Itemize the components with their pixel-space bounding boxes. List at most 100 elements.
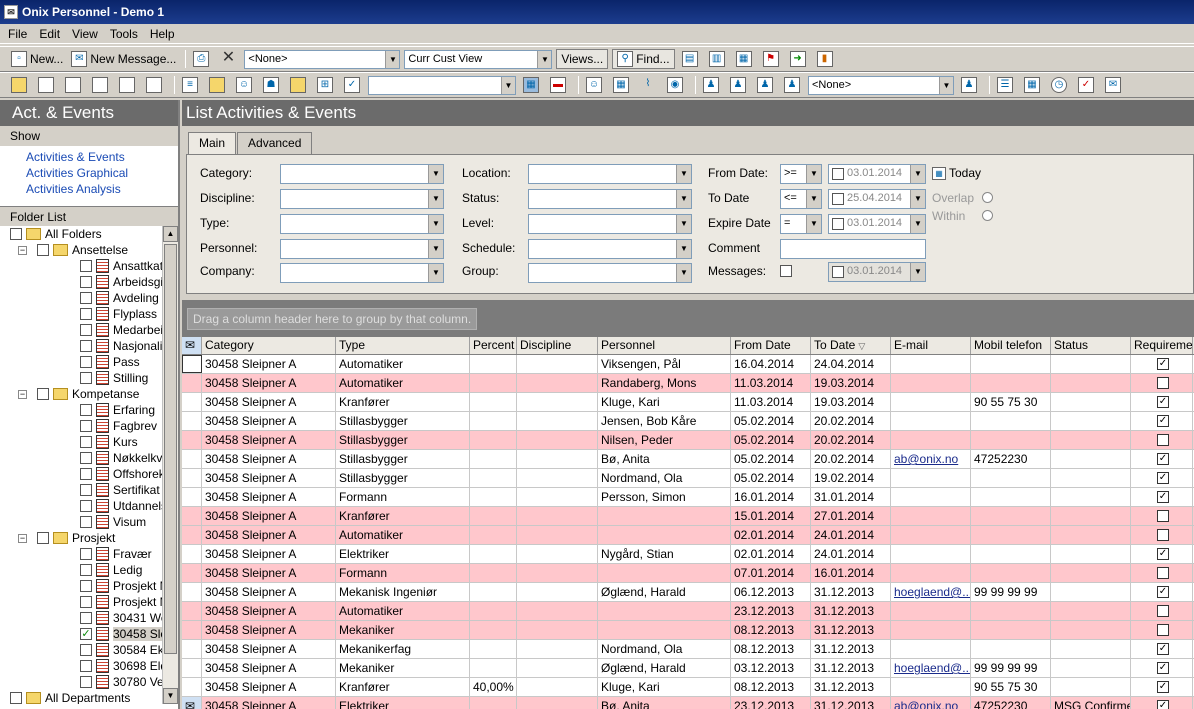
tree-checkbox[interactable] [80,436,92,448]
tree-checkbox[interactable] [37,388,49,400]
row-selector[interactable] [182,564,202,582]
scroll-thumb[interactable] [164,244,177,654]
tree-button[interactable]: ⊞ [314,75,339,95]
category-combo[interactable]: ▼ [280,164,444,184]
expire-operator-combo[interactable]: = ▼ [780,214,822,234]
requirement-checkbox[interactable]: ✓ [1157,358,1169,370]
layout-1-button[interactable]: ▤ [679,49,704,69]
tree-checkbox[interactable] [37,244,49,256]
personnel-combo[interactable]: ▼ [280,239,444,259]
comment-input[interactable] [780,239,926,259]
tree-item[interactable]: Fagbrev [0,418,178,434]
collapse-icon[interactable]: − [18,389,27,399]
table-row[interactable]: ✉ 30458 Sleipner A Elektriker Bø, Anita 23.1… [182,697,1194,709]
row-selector[interactable] [182,355,202,373]
row-selector[interactable] [182,583,202,601]
layout-3-button[interactable]: ▦ [733,49,758,69]
tree-checkbox[interactable] [80,276,92,288]
email-link[interactable]: ab@onix.no [891,450,971,468]
tree-checkbox[interactable] [80,324,92,336]
group-combo[interactable]: ▼ [528,263,692,283]
tree-item[interactable]: Prosjekt M [0,578,178,594]
row-selector[interactable] [182,640,202,658]
location-combo[interactable]: ▼ [528,164,692,184]
level-combo[interactable]: ▼ [528,214,692,234]
requirement-checkbox[interactable] [1157,624,1169,636]
row-selector[interactable] [182,431,202,449]
column-header[interactable]: Requirement [1131,337,1193,354]
tree-item[interactable]: Pass [0,354,178,370]
collapse-icon[interactable]: − [18,245,27,255]
table-row[interactable]: 30458 Sleipner A Mekanikerfag Nordmand, Ol… [182,640,1194,659]
new-button[interactable]: ▫ New... [8,49,66,69]
tree-checkbox[interactable] [80,612,92,624]
collapse-icon[interactable]: − [18,533,27,543]
person-menu-button[interactable]: ☺ [583,75,608,95]
tree-checkbox[interactable] [80,596,92,608]
tree-checkbox[interactable] [80,356,92,368]
requirement-checkbox[interactable]: ✓ [1157,472,1169,484]
expire-date-checkbox[interactable] [832,218,844,230]
checklist-button[interactable]: ✓ [341,75,366,95]
tab-main[interactable]: Main [188,132,237,155]
chart-button[interactable]: ▮ [814,49,839,69]
requirement-checkbox[interactable] [1157,510,1169,522]
tree-item[interactable]: Ledig [0,562,178,578]
tree-checkbox[interactable] [80,564,92,576]
messages-checkbox[interactable] [780,265,792,277]
column-header[interactable]: E-mail [891,337,971,354]
tree-item[interactable]: 30584 Eko [0,642,178,658]
table-row[interactable]: 30458 Sleipner A Automatiker 02.01.2014 24.… [182,526,1194,545]
requirement-checkbox[interactable] [1157,434,1169,446]
views-button[interactable]: Views... [556,49,609,69]
tree-checkbox[interactable] [37,532,49,544]
tree-item[interactable]: Nøkkelkvalifikasjon [0,450,178,466]
requirement-checkbox[interactable]: ✓ [1157,700,1169,709]
filter-combo[interactable]: <None> ▼ [244,49,401,69]
tab-advanced[interactable]: Advanced [237,132,313,154]
status-combo[interactable]: ▼ [528,189,692,209]
tree-checkbox[interactable] [80,580,92,592]
column-header[interactable]: Personnel [598,337,731,354]
link-activities-graphical[interactable]: Activities Graphical [0,165,178,181]
tree-item[interactable]: Arbeidsgiver [0,274,178,290]
group-by-area[interactable]: Drag a column header here to group by th… [182,300,1194,338]
flag-button[interactable]: ⚑ [760,49,785,69]
tree-checkbox[interactable] [80,644,92,656]
tree-item[interactable]: 30698 Eldl [0,658,178,674]
row-selector[interactable] [182,393,202,411]
discipline-combo[interactable]: ▼ [280,189,444,209]
row-selector[interactable] [182,507,202,525]
table-row[interactable]: 30458 Sleipner A Automatiker 23.12.2013 31.… [182,602,1194,621]
tree-item[interactable]: Prosjekt M [0,594,178,610]
tree-item[interactable]: − Kompetanse [0,386,178,402]
link-activities-analysis[interactable]: Activities Analysis [0,181,178,197]
table-row[interactable]: 30458 Sleipner A Kranfører 15.01.2014 27.01… [182,507,1194,526]
table-row[interactable]: 30458 Sleipner A Elektriker Nygård, Stian 0… [182,545,1194,564]
requirement-checkbox[interactable] [1157,567,1169,579]
from-operator-combo[interactable]: >= ▼ [780,164,822,184]
tree-item[interactable]: Visum [0,514,178,530]
type-combo[interactable]: ▼ [280,214,444,234]
tree-item[interactable]: Flyplass [0,306,178,322]
search-combo[interactable]: ▼ [368,75,516,95]
row-selector[interactable]: ✉ [182,697,202,709]
tree-checkbox[interactable] [80,292,92,304]
requirement-checkbox[interactable] [1157,377,1169,389]
find-button[interactable]: ⚲ Find... [612,49,675,69]
menu-edit[interactable]: Edit [39,27,60,41]
overlap-radio[interactable] [982,192,993,203]
table-row[interactable]: 30458 Sleipner A Formann Persson, Simon 16.… [182,488,1194,507]
column-header[interactable]: Type [336,337,470,354]
row-selector[interactable] [182,526,202,544]
doc5-button[interactable] [143,75,168,95]
column-header[interactable]: Percent [470,337,517,354]
table-row[interactable]: 30458 Sleipner A Automatiker Randaberg, Mo… [182,374,1194,393]
requirement-checkbox[interactable]: ✓ [1157,643,1169,655]
scroll-up-icon[interactable]: ▲ [163,226,178,242]
requirement-checkbox[interactable]: ✓ [1157,662,1169,674]
doc2-button[interactable] [62,75,87,95]
tree-checkbox[interactable] [80,548,92,560]
tree-checkbox[interactable] [80,500,92,512]
tree-item[interactable]: Erfaring [0,402,178,418]
